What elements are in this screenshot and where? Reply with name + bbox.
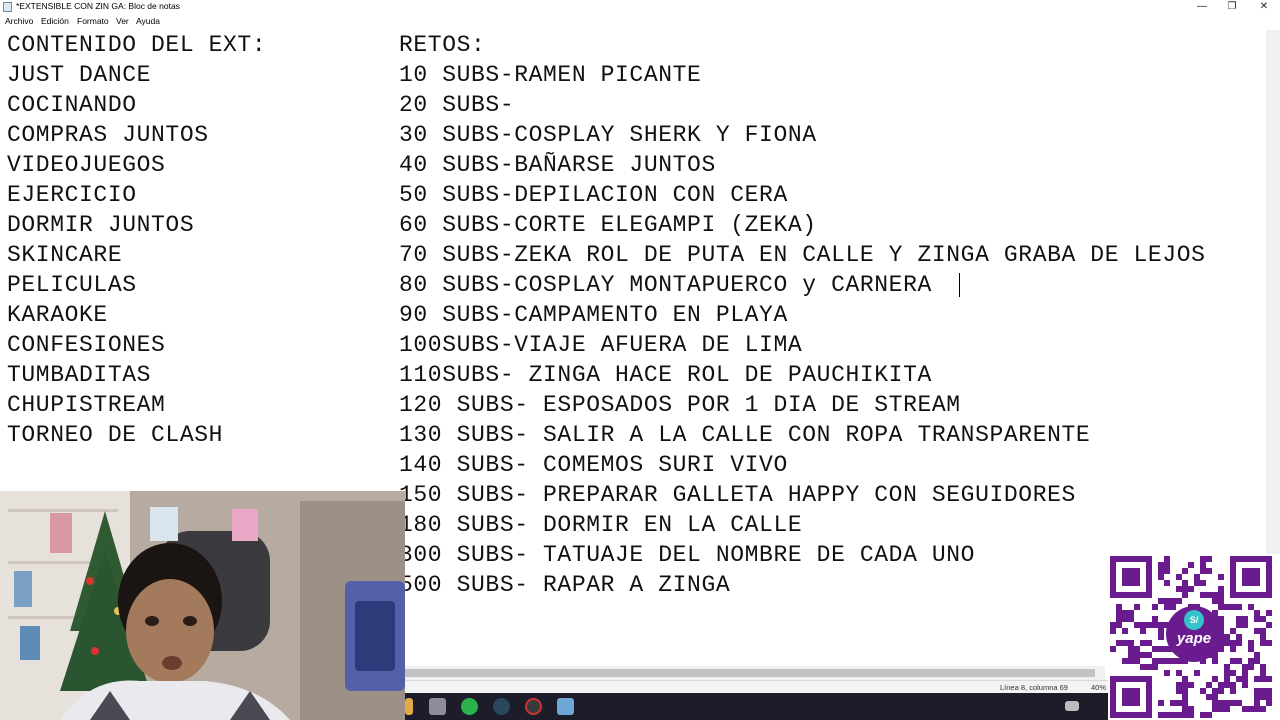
ext-content-line: EJERCICIO bbox=[7, 182, 137, 208]
reto-line: 120 SUBS- ESPOSADOS POR 1 DIA DE STREAM bbox=[399, 392, 961, 418]
ext-content-line: SKINCARE bbox=[7, 242, 123, 268]
menu-edicion[interactable]: Edición bbox=[41, 16, 69, 26]
reto-line: 140 SUBS- COMEMOS SURI VIVO bbox=[399, 452, 788, 478]
window-title: *EXTENSIBLE CON ZIN GA: Bloc de notas bbox=[16, 1, 180, 11]
ext-content-line: JUST DANCE bbox=[7, 62, 152, 88]
menu-ver[interactable]: Ver bbox=[116, 16, 129, 26]
maximize-button[interactable]: ❐ bbox=[1217, 0, 1247, 14]
menu-archivo[interactable]: Archivo bbox=[5, 16, 33, 26]
reto-line: 70 SUBS-ZEKA ROL DE PUTA EN CALLE Y ZING… bbox=[399, 242, 1206, 268]
menu-ayuda[interactable]: Ayuda bbox=[136, 16, 160, 26]
ext-content-line: PELICULAS bbox=[7, 272, 137, 298]
menu-formato[interactable]: Formato bbox=[77, 16, 109, 26]
razer-icon[interactable] bbox=[461, 698, 478, 715]
reto-line: 90 SUBS-CAMPAMENTO EN PLAYA bbox=[399, 302, 788, 328]
obs-icon[interactable] bbox=[525, 698, 542, 715]
reto-line: 30 SUBS-COSPLAY SHERK Y FIONA bbox=[399, 122, 817, 148]
reto-line: 500 SUBS- RAPAR A ZINGA bbox=[399, 572, 731, 598]
reto-line: 130 SUBS- SALIR A LA CALLE CON ROPA TRAN… bbox=[399, 422, 1091, 448]
ext-content-line: KARAOKE bbox=[7, 302, 108, 328]
horizontal-scroll-thumb[interactable] bbox=[405, 669, 1095, 677]
minimize-button[interactable]: — bbox=[1187, 0, 1217, 14]
horizontal-scrollbar[interactable] bbox=[405, 666, 1105, 680]
reto-line: 100SUBS-VIAJE AFUERA DE LIMA bbox=[399, 332, 803, 358]
ext-content-line: TORNEO DE CLASH bbox=[7, 422, 224, 448]
yape-badge: S/ bbox=[1184, 610, 1204, 630]
reto-line: RETOS: bbox=[399, 32, 486, 58]
reto-line: 40 SUBS-BAÑARSE JUNTOS bbox=[399, 152, 716, 178]
zoom-level: 40% bbox=[1091, 683, 1107, 692]
reto-line: 80 SUBS-COSPLAY MONTAPUERCO y CARNERA bbox=[399, 272, 932, 298]
steam-icon[interactable] bbox=[493, 698, 510, 715]
ext-content-line: TUMBADITAS bbox=[7, 362, 152, 388]
text-caret bbox=[959, 273, 960, 297]
notepad-taskbar-icon[interactable] bbox=[557, 698, 574, 715]
ext-content-line: DORMIR JUNTOS bbox=[7, 212, 195, 238]
reto-line: 300 SUBS- TATUAJE DEL NOMBRE DE CADA UNO bbox=[399, 542, 976, 568]
ext-content-line: COCINANDO bbox=[7, 92, 137, 118]
reto-line: 110SUBS- ZINGA HACE ROL DE PAUCHIKITA bbox=[399, 362, 932, 388]
title-bar: *EXTENSIBLE CON ZIN GA: Bloc de notas — … bbox=[0, 0, 1280, 14]
reto-line: 20 SUBS- bbox=[399, 92, 515, 118]
reto-line: 10 SUBS-RAMEN PICANTE bbox=[399, 62, 702, 88]
ext-content-line: COMPRAS JUNTOS bbox=[7, 122, 209, 148]
ext-content-line: CHUPISTREAM bbox=[7, 392, 166, 418]
cursor-position: Línea 8, columna 69 bbox=[1000, 683, 1068, 692]
reto-line: 180 SUBS- DORMIR EN LA CALLE bbox=[399, 512, 803, 538]
webcam-overlay bbox=[0, 491, 405, 720]
yape-logo: S/ yape bbox=[1166, 606, 1222, 662]
yape-qr-code: S/ yape bbox=[1108, 554, 1280, 720]
reto-line: 150 SUBS- PREPARAR GALLETA HAPPY CON SEG… bbox=[399, 482, 1076, 508]
ext-content-line: VIDEOJUEGOS bbox=[7, 152, 166, 178]
folder-icon[interactable] bbox=[429, 698, 446, 715]
reto-line: 50 SUBS-DEPILACION CON CERA bbox=[399, 182, 788, 208]
taskbar-app-icon[interactable] bbox=[405, 698, 413, 715]
tray-icon[interactable] bbox=[1065, 701, 1079, 711]
ext-content-line: CONTENIDO DEL EXT: bbox=[7, 32, 267, 58]
yape-wordmark: yape bbox=[1176, 630, 1212, 647]
ext-content-line: CONFESIONES bbox=[7, 332, 166, 358]
notepad-icon bbox=[3, 2, 12, 12]
webcam-image bbox=[0, 491, 405, 720]
reto-line: 60 SUBS-CORTE ELEGAMPI (ZEKA) bbox=[399, 212, 817, 238]
close-button[interactable]: ✕ bbox=[1249, 0, 1279, 14]
